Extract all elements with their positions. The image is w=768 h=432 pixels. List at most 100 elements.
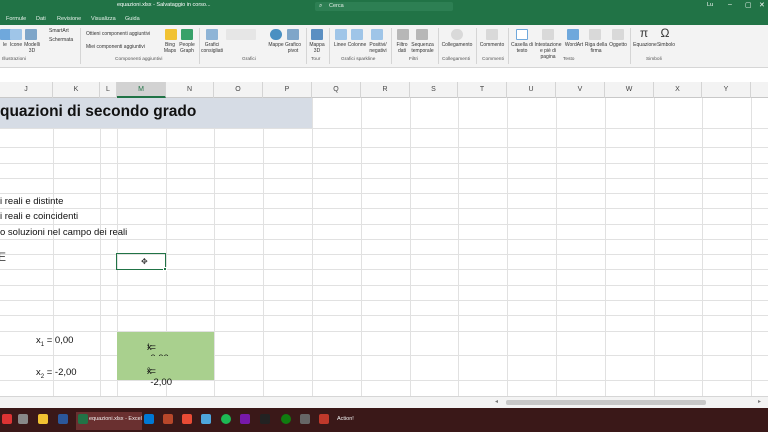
ribbon-item-get-addins[interactable]: Ottieni componenti aggiuntivi — [86, 31, 150, 37]
sparkline-winloss-icon — [371, 29, 383, 40]
tab-revisione[interactable]: Revisione — [57, 16, 81, 22]
ribbon-item-casella[interactable]: Casella di testo — [510, 42, 534, 54]
icons-icon — [10, 29, 22, 40]
xbox-icon[interactable] — [281, 414, 291, 424]
mail-icon[interactable] — [201, 414, 211, 424]
column-header-o[interactable]: O — [214, 82, 263, 98]
x2-green-cell[interactable]: x2 = -2,00 — [117, 356, 214, 388]
horizontal-scrollbar[interactable]: ◂ ▸ — [0, 396, 768, 408]
ribbon-item-people-graph[interactable]: People Graph — [177, 42, 197, 54]
powerpoint-icon[interactable] — [163, 414, 173, 424]
column-header-y[interactable]: Y — [702, 82, 751, 98]
ribbon-item-mappa-3d[interactable]: Mappa 3D — [308, 42, 326, 54]
column-header-j[interactable]: J — [0, 82, 53, 98]
ribbon-item-my-addins[interactable]: Miei componenti aggiuntivi — [86, 44, 145, 50]
comment-icon — [486, 29, 498, 40]
ribbon-item-positivi[interactable]: Positivi/ negativi — [367, 42, 389, 54]
pi-icon: π — [639, 26, 649, 40]
pivot-chart-icon — [287, 29, 299, 40]
column-header-m[interactable]: M — [117, 82, 166, 98]
onenote-icon[interactable] — [240, 414, 250, 424]
taskbar-action-label[interactable]: Action! — [337, 416, 354, 422]
minimize-icon[interactable]: – — [728, 1, 732, 8]
ribbon-item-firma[interactable]: Riga della firma — [584, 42, 608, 54]
ribbon-item-oggetto[interactable]: Oggetto — [607, 42, 629, 48]
column-header-x[interactable]: X — [654, 82, 702, 98]
group-collegamenti: Collegamenti — [442, 57, 470, 62]
column-header-v[interactable]: V — [556, 82, 605, 98]
terminal-icon[interactable] — [260, 414, 270, 424]
user-name[interactable]: Lu — [707, 2, 713, 8]
recommended-charts-icon — [206, 29, 218, 40]
group-commenti: Commenti — [482, 57, 504, 62]
explorer-icon[interactable] — [38, 414, 48, 424]
slicer-icon — [397, 29, 409, 40]
word-icon[interactable] — [58, 414, 68, 424]
textbox-icon — [516, 29, 528, 40]
x2-result: x2 = -2,00 — [36, 367, 77, 380]
column-header-k[interactable]: K — [53, 82, 100, 98]
ribbon-item-colonne[interactable]: Colonne — [347, 42, 367, 48]
chart-gallery-icon[interactable] — [226, 29, 256, 40]
ribbon-item-intestazione[interactable]: Intestazione e piè di pagina — [533, 42, 563, 60]
excel-icon[interactable] — [78, 414, 88, 424]
column-header-l[interactable]: L — [100, 82, 117, 98]
taskbar-excel-label[interactable]: equazioni.xlsx - Excel — [89, 416, 142, 422]
ribbon-item-grafico-pivot[interactable]: Grafico pivot — [283, 42, 303, 54]
omega-icon: Ω — [660, 26, 670, 40]
column-header-q[interactable]: Q — [312, 82, 361, 98]
ribbon-item-wordart[interactable]: WordArt — [563, 42, 585, 48]
case-coincident-text: i reali e coincidenti — [0, 211, 79, 222]
ribbon-item-filtro[interactable]: Filtro dati — [394, 42, 410, 54]
taskbar: equazioni.xlsx - Excel Action! — [0, 408, 768, 432]
column-header-t[interactable]: T — [458, 82, 507, 98]
ribbon: le Icone Modelli 3D SmartArt Schermata I… — [0, 25, 768, 68]
ribbon-item-grafici-consigliati[interactable]: Grafici consigliati — [200, 42, 224, 54]
x1-green-cell[interactable]: x1 = 0,00 — [117, 332, 214, 364]
timeline-icon — [416, 29, 428, 40]
cell-cursor-icon: ✥ — [141, 257, 148, 266]
ribbon-item-linee[interactable]: Linee — [333, 42, 347, 48]
game-icon[interactable] — [300, 414, 310, 424]
maximize-icon[interactable]: ▢ — [745, 1, 752, 9]
header-footer-icon — [542, 29, 554, 40]
group-sparkline: Grafici sparkline — [341, 57, 376, 62]
ribbon-item-smartart[interactable]: SmartArt — [49, 28, 69, 34]
column-header-p[interactable]: P — [263, 82, 312, 98]
column-header-n[interactable]: N — [166, 82, 214, 98]
scroll-left-icon[interactable]: ◂ — [495, 398, 498, 405]
3d-models-icon — [25, 29, 37, 40]
tab-guida[interactable]: Guida — [125, 16, 140, 22]
column-header-s[interactable]: S — [410, 82, 458, 98]
outlook-icon[interactable] — [144, 414, 154, 424]
ribbon-item-modelli[interactable]: Modelli 3D — [21, 42, 43, 54]
x1-result: x1 = 0,00 — [36, 335, 74, 348]
ribbon-item-commento[interactable]: Commento — [479, 42, 505, 48]
column-header-w[interactable]: W — [605, 82, 654, 98]
group-simboli: Simboli — [646, 57, 662, 62]
start-icon[interactable] — [2, 414, 12, 424]
title-bar: equazioni.xlsx - Salvataggio in corso...… — [0, 0, 768, 13]
fill-handle[interactable] — [163, 267, 167, 271]
acrobat-icon[interactable] — [182, 414, 192, 424]
ribbon-item-collegamento[interactable]: Collegamento — [441, 42, 473, 48]
tab-visualizza[interactable]: Visualizza — [91, 16, 116, 22]
ribbon-item-schermata[interactable]: Schermata — [49, 37, 73, 43]
tab-formule[interactable]: Formule — [6, 16, 26, 22]
ribbon-item-simbolo[interactable]: Simbolo — [655, 42, 677, 48]
column-header-u[interactable]: U — [507, 82, 556, 98]
cut-off-glyph: E — [0, 250, 7, 264]
app-icon[interactable] — [319, 414, 329, 424]
group-illustrazioni: Illustrazioni — [2, 57, 26, 62]
ribbon-item-sequenza[interactable]: Sequenza temporale — [409, 42, 436, 54]
tab-dati[interactable]: Dati — [36, 16, 46, 22]
scroll-right-icon[interactable]: ▸ — [758, 398, 761, 405]
column-header-r[interactable]: R — [361, 82, 410, 98]
search-taskbar-icon[interactable] — [18, 414, 28, 424]
ribbon-item-equazione[interactable]: Equazione — [633, 42, 657, 48]
search-box[interactable]: ⌕ Cerca — [315, 2, 453, 11]
scroll-thumb[interactable] — [506, 400, 706, 405]
close-icon[interactable]: ✕ — [759, 1, 765, 9]
x2-green-text: x2 = -2,00 — [147, 366, 172, 388]
spotify-icon[interactable] — [221, 414, 231, 424]
